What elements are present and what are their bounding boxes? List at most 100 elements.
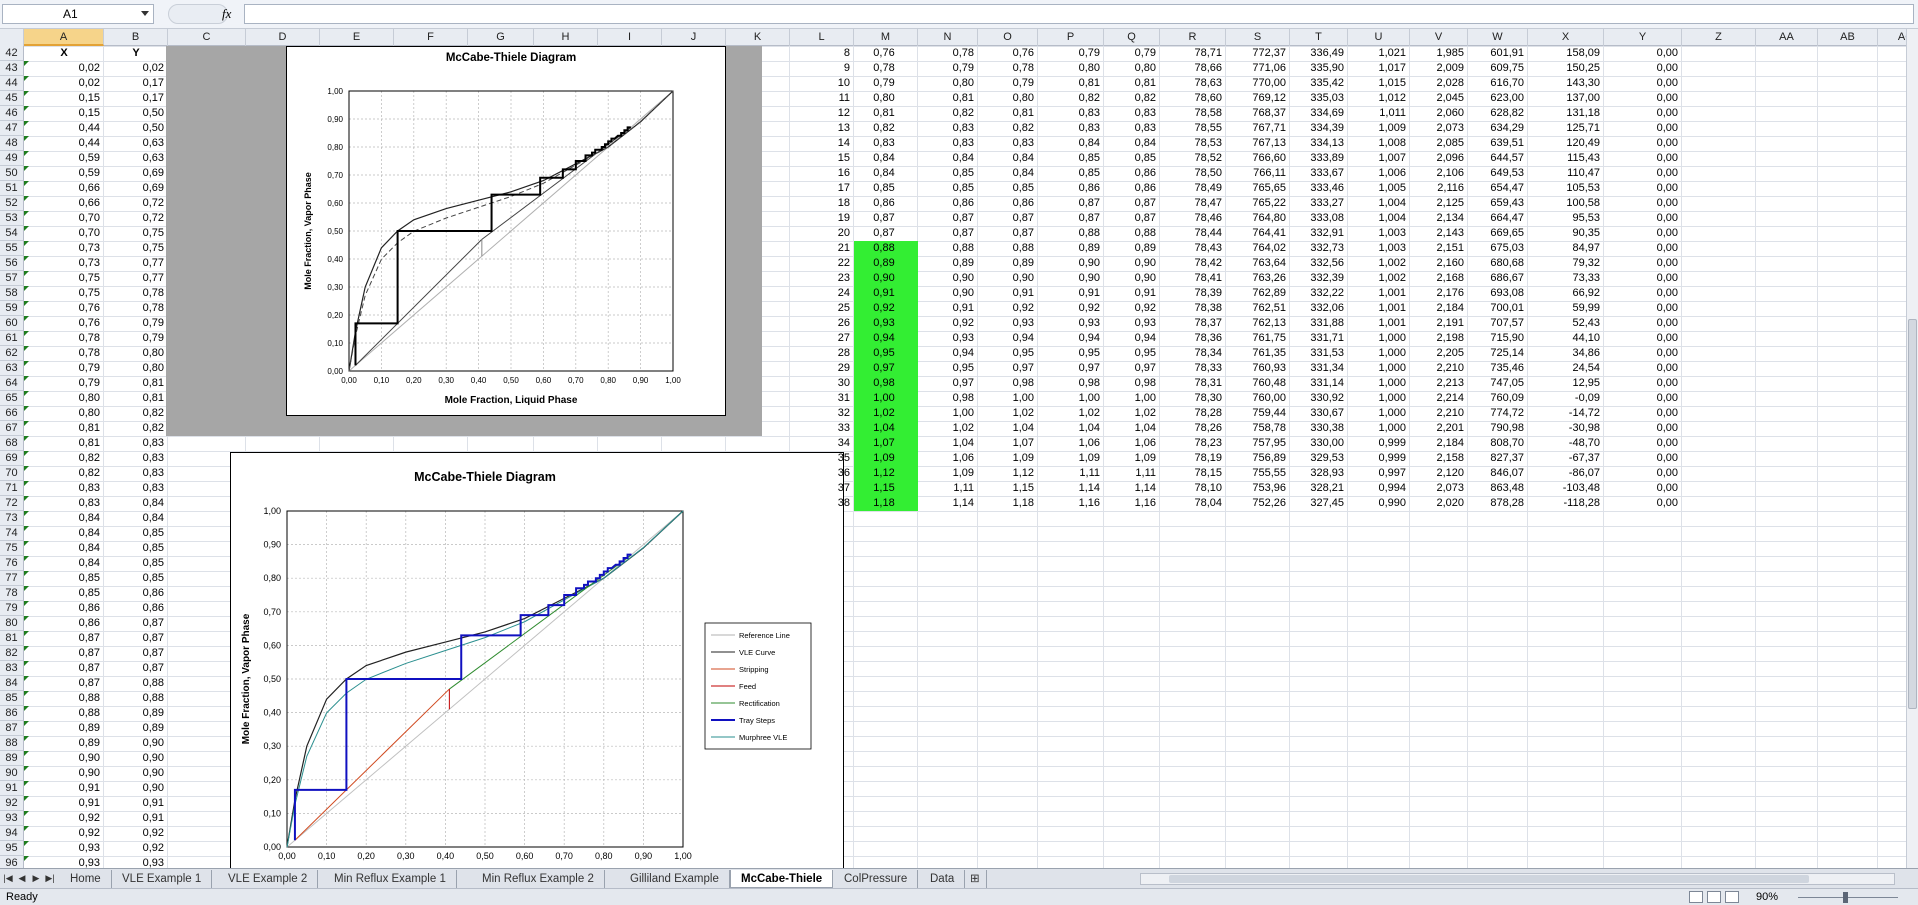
cell-p[interactable]: 0,81: [1038, 76, 1104, 91]
cell-y[interactable]: 0,00: [1604, 436, 1682, 451]
cell-p[interactable]: 0,98: [1038, 376, 1104, 391]
cell-n[interactable]: 1,04: [918, 436, 978, 451]
cell-q[interactable]: 1,02: [1104, 406, 1160, 421]
cell-b[interactable]: 0,50: [104, 106, 168, 121]
cell-a[interactable]: 0,80: [24, 391, 104, 406]
cell-a[interactable]: 0,91: [24, 781, 104, 796]
cell-m[interactable]: 0,90: [854, 271, 918, 286]
cell-m[interactable]: 1,02: [854, 406, 918, 421]
row-header[interactable]: 42: [0, 46, 24, 61]
row-header[interactable]: 45: [0, 91, 24, 106]
cell-o[interactable]: 0,95: [978, 346, 1038, 361]
row-header[interactable]: 53: [0, 211, 24, 226]
cell-w[interactable]: 707,57: [1468, 316, 1528, 331]
worksheet-grid[interactable]: ABCDEFGHIJKLMNOPQRSTUVWXYZAAABAC 4243444…: [0, 29, 1906, 869]
cell-m[interactable]: 0,80: [854, 91, 918, 106]
cell-n[interactable]: 1,09: [918, 466, 978, 481]
cell-b[interactable]: 0,92: [104, 841, 168, 856]
cell-r[interactable]: 78,04: [1160, 496, 1226, 511]
row-header[interactable]: 58: [0, 286, 24, 301]
cell-a[interactable]: 0,84: [24, 511, 104, 526]
cell-b[interactable]: 0,87: [104, 646, 168, 661]
cell-l[interactable]: 11: [790, 91, 854, 106]
cell-a[interactable]: 0,44: [24, 136, 104, 151]
cell-r[interactable]: 78,26: [1160, 421, 1226, 436]
cell-b[interactable]: 0,90: [104, 736, 168, 751]
cell-s[interactable]: 753,96: [1226, 481, 1290, 496]
cell-a[interactable]: 0,70: [24, 226, 104, 241]
cell-x[interactable]: 120,49: [1528, 136, 1604, 151]
cell-u[interactable]: 0,997: [1348, 466, 1410, 481]
cell-x[interactable]: -67,37: [1528, 451, 1604, 466]
row-header[interactable]: 86: [0, 706, 24, 721]
cell-n[interactable]: 0,94: [918, 346, 978, 361]
cell-u[interactable]: 1,009: [1348, 121, 1410, 136]
cell-u[interactable]: 1,000: [1348, 331, 1410, 346]
column-header-h[interactable]: H: [534, 29, 598, 46]
cell-a[interactable]: 0,79: [24, 376, 104, 391]
cell-u[interactable]: 0,999: [1348, 436, 1410, 451]
cell-l[interactable]: 15: [790, 151, 854, 166]
cell-l[interactable]: 26: [790, 316, 854, 331]
cell-o[interactable]: 0,87: [978, 226, 1038, 241]
cell-m[interactable]: 0,84: [854, 166, 918, 181]
cell-o[interactable]: 1,18: [978, 496, 1038, 511]
cell-m[interactable]: 0,79: [854, 76, 918, 91]
cell-w[interactable]: 601,91: [1468, 46, 1528, 61]
cell-y[interactable]: 0,00: [1604, 136, 1682, 151]
cell-w[interactable]: 664,47: [1468, 211, 1528, 226]
cell-q[interactable]: 0,86: [1104, 166, 1160, 181]
cell-s[interactable]: 767,13: [1226, 136, 1290, 151]
row-header[interactable]: 71: [0, 481, 24, 496]
cell-x[interactable]: 73,33: [1528, 271, 1604, 286]
cell-y[interactable]: 0,00: [1604, 151, 1682, 166]
cell-b[interactable]: 0,84: [104, 496, 168, 511]
cell-a[interactable]: 0,92: [24, 826, 104, 841]
cell-y[interactable]: 0,00: [1604, 211, 1682, 226]
cell-x[interactable]: 100,58: [1528, 196, 1604, 211]
cell-x[interactable]: 115,43: [1528, 151, 1604, 166]
cell-a[interactable]: 0,87: [24, 676, 104, 691]
cell-m[interactable]: 0,91: [854, 286, 918, 301]
cell-u[interactable]: 1,007: [1348, 151, 1410, 166]
cell-x[interactable]: 125,71: [1528, 121, 1604, 136]
cell-r[interactable]: 78,53: [1160, 136, 1226, 151]
cell-v[interactable]: 2,028: [1410, 76, 1468, 91]
cell-a[interactable]: 0,83: [24, 496, 104, 511]
cell-y[interactable]: 0,00: [1604, 376, 1682, 391]
cell-s[interactable]: 764,02: [1226, 241, 1290, 256]
cell-n[interactable]: 0,90: [918, 286, 978, 301]
cell-s[interactable]: 768,37: [1226, 106, 1290, 121]
cell-w[interactable]: 693,08: [1468, 286, 1528, 301]
cell-b[interactable]: 0,91: [104, 811, 168, 826]
cell-n[interactable]: 0,81: [918, 91, 978, 106]
cell-x[interactable]: -14,72: [1528, 406, 1604, 421]
cell-p[interactable]: 0,90: [1038, 256, 1104, 271]
cell-y[interactable]: 0,00: [1604, 361, 1682, 376]
cell-b[interactable]: 0,50: [104, 121, 168, 136]
row-header[interactable]: 77: [0, 571, 24, 586]
cell-y[interactable]: 0,00: [1604, 61, 1682, 76]
cell-p[interactable]: 0,88: [1038, 226, 1104, 241]
cell-s[interactable]: 760,48: [1226, 376, 1290, 391]
cell-l[interactable]: 8: [790, 46, 854, 61]
cell-x[interactable]: -48,70: [1528, 436, 1604, 451]
cell-p[interactable]: 0,89: [1038, 241, 1104, 256]
cell-u[interactable]: 1,003: [1348, 226, 1410, 241]
cell-b[interactable]: 0,81: [104, 391, 168, 406]
cell-r[interactable]: 78,34: [1160, 346, 1226, 361]
cell-p[interactable]: 0,87: [1038, 196, 1104, 211]
cell-s[interactable]: 759,44: [1226, 406, 1290, 421]
column-header-j[interactable]: J: [662, 29, 726, 46]
cell-b[interactable]: 0,17: [104, 91, 168, 106]
cell-r[interactable]: 78,58: [1160, 106, 1226, 121]
cell-o[interactable]: 0,85: [978, 181, 1038, 196]
cell-a[interactable]: 0,85: [24, 586, 104, 601]
cell-v[interactable]: 2,160: [1410, 256, 1468, 271]
cell-w[interactable]: 747,05: [1468, 376, 1528, 391]
column-header-d[interactable]: D: [246, 29, 320, 46]
cell-a[interactable]: 0,87: [24, 631, 104, 646]
cell-l[interactable]: 17: [790, 181, 854, 196]
cell-b[interactable]: 0,78: [104, 301, 168, 316]
column-header-k[interactable]: K: [726, 29, 790, 46]
